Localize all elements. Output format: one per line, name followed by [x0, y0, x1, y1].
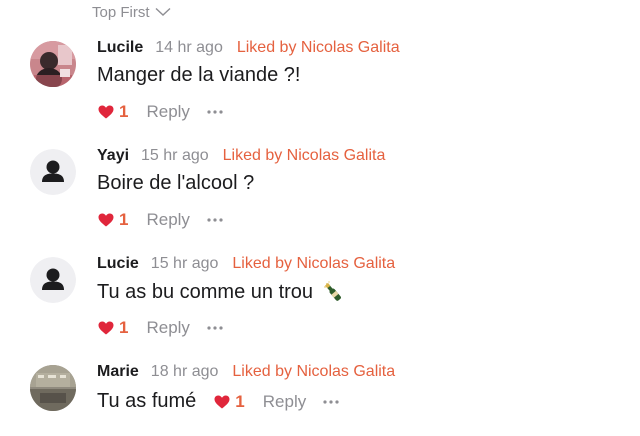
comment-author[interactable]: Lucile: [97, 39, 143, 57]
liked-by-label: Liked by Nicolas Galita: [236, 39, 400, 56]
like-count: 1: [119, 210, 129, 229]
comment-item: Yayi 15 hr ago Liked by Nicolas Galita B…: [0, 146, 640, 229]
comment-actions: 1 Reply: [98, 318, 223, 338]
chevron-down-icon: [155, 7, 171, 17]
reply-button[interactable]: Reply: [146, 102, 189, 122]
comment-text: Boire de l'alcool ?: [97, 172, 255, 194]
comment-time: 14 hr ago: [155, 39, 223, 56]
avatar[interactable]: [30, 365, 76, 411]
comment-item: Lucile 14 hr ago Liked by Nicolas Galita…: [0, 38, 640, 121]
comment-actions: 1 Reply: [214, 392, 339, 412]
comment-time: 15 hr ago: [150, 255, 219, 272]
heart-icon[interactable]: [214, 395, 230, 409]
champagne-bottle-icon: [321, 280, 345, 304]
liked-by-label: Liked by Nicolas Galita: [232, 363, 396, 380]
reply-button[interactable]: Reply: [263, 392, 306, 412]
more-options-icon[interactable]: [207, 326, 223, 330]
comment-actions: 1 Reply: [98, 210, 223, 230]
heart-icon[interactable]: [98, 105, 114, 119]
comment-author[interactable]: Marie: [97, 363, 139, 381]
avatar[interactable]: [30, 41, 76, 87]
comment-body: Tu as fumé 1 Reply: [97, 390, 339, 413]
more-options-icon[interactable]: [207, 218, 223, 222]
comment-item: Marie 18 hr ago Liked by Nicolas Galita …: [0, 362, 640, 432]
comment-header: Yayi 15 hr ago Liked by Nicolas Galita: [97, 146, 385, 166]
sort-selector[interactable]: Top First: [92, 3, 171, 21]
heart-icon[interactable]: [98, 213, 114, 227]
sort-label: Top First: [92, 3, 150, 21]
comment-author[interactable]: Lucie: [97, 255, 139, 273]
more-options-icon[interactable]: [207, 110, 223, 114]
comment-text: Manger de la viande ?!: [97, 64, 301, 86]
liked-by-label: Liked by Nicolas Galita: [222, 147, 386, 164]
reply-button[interactable]: Reply: [146, 318, 189, 338]
comment-actions: 1 Reply: [98, 102, 223, 122]
comment-text: Tu as bu comme un trou: [97, 280, 314, 303]
like-count: 1: [119, 318, 129, 337]
like-count: 1: [119, 102, 129, 121]
comment-time: 15 hr ago: [141, 147, 209, 164]
more-options-icon[interactable]: [323, 399, 339, 404]
comment-header: Marie 18 hr ago Liked by Nicolas Galita: [97, 362, 395, 382]
comment-time: 18 hr ago: [150, 363, 219, 380]
liked-by-label: Liked by Nicolas Galita: [232, 255, 396, 272]
reply-button[interactable]: Reply: [146, 210, 189, 230]
comment-text: Tu as fumé: [97, 390, 197, 412]
avatar[interactable]: [30, 149, 76, 195]
heart-icon[interactable]: [98, 321, 114, 335]
comment-header: Lucile 14 hr ago Liked by Nicolas Galita: [97, 38, 400, 58]
like-count: 1: [235, 391, 245, 411]
comment-header: Lucie 15 hr ago Liked by Nicolas Galita: [97, 254, 395, 274]
comment-author[interactable]: Yayi: [97, 147, 129, 165]
comment-item: Lucie 15 hr ago Liked by Nicolas Galita …: [0, 254, 640, 337]
avatar[interactable]: [30, 257, 76, 303]
comment-body: Tu as bu comme un trou: [97, 280, 345, 304]
